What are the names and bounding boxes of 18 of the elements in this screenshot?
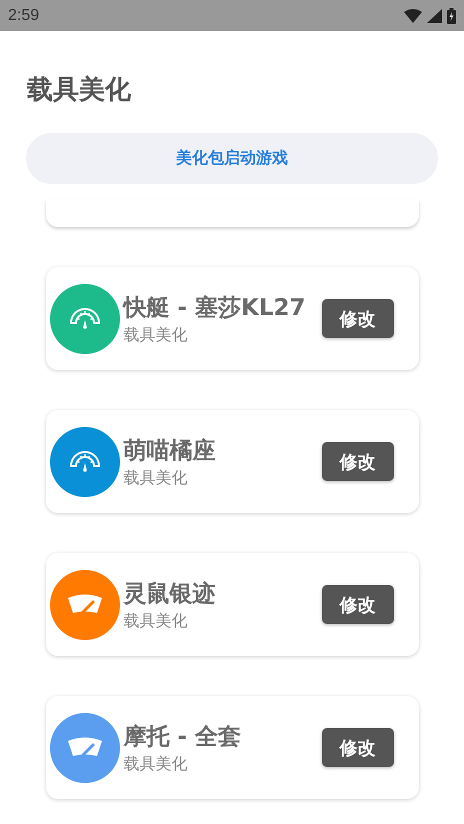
edit-button[interactable]: 修改 bbox=[322, 728, 394, 767]
vehicle-name: 摩托 - 全套 bbox=[124, 722, 242, 752]
vehicle-category: 载具美化 bbox=[124, 324, 188, 346]
edit-button[interactable]: 修改 bbox=[322, 299, 394, 338]
status-time: 2:59 bbox=[8, 6, 40, 24]
vehicle-name: 快艇 - 塞莎KL27 bbox=[124, 294, 307, 322]
edit-button[interactable]: 修改 bbox=[322, 442, 394, 481]
page-title: 载具美化 bbox=[27, 74, 132, 107]
vehicle-category: 载具美化 bbox=[124, 610, 188, 632]
edit-button[interactable]: 修改 bbox=[322, 585, 394, 624]
signal-icon bbox=[427, 8, 442, 22]
vehicle-category: 载具美化 bbox=[124, 468, 188, 488]
battery-icon bbox=[447, 8, 456, 24]
launch-button[interactable]: 美化包启动游戏 bbox=[26, 133, 438, 184]
vehicle-category: 载具美化 bbox=[124, 754, 188, 774]
vehicle-name: 萌喵橘座 bbox=[124, 436, 216, 466]
wifi-icon bbox=[404, 8, 422, 22]
vehicle-name: 灵鼠银迹 bbox=[124, 580, 216, 608]
